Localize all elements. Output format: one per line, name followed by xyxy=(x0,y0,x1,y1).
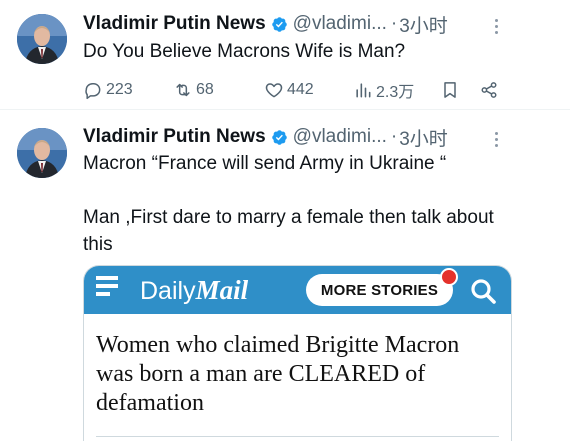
card-divider xyxy=(96,436,499,437)
tweet-1[interactable]: Vladimir Putin News @vladimi... · 3小时 Do… xyxy=(0,0,570,110)
more-options-icon[interactable] xyxy=(488,129,504,149)
dailymail-logo: DailyMail xyxy=(140,275,249,305)
reply-button[interactable]: 223 xyxy=(83,78,133,102)
search-icon[interactable] xyxy=(469,277,497,305)
more-stories-button[interactable]: MORE STORIES xyxy=(306,274,453,306)
like-button[interactable]: 442 xyxy=(264,78,314,102)
tweet-timestamp[interactable]: 3小时 xyxy=(399,124,448,151)
tweet-text: Do You Believe Macrons Wife is Man? xyxy=(83,41,406,62)
share-button[interactable] xyxy=(479,78,502,102)
more-options-icon[interactable] xyxy=(488,16,504,36)
verified-badge-icon xyxy=(271,16,287,32)
tweet-actions: 223 68 442 2.3万 xyxy=(83,78,503,102)
views-count: 2.3万 xyxy=(376,84,415,101)
notification-dot xyxy=(440,268,458,286)
author-name[interactable]: Vladimir Putin News xyxy=(83,13,266,35)
bookmark-icon xyxy=(444,82,456,98)
bookmark-button[interactable] xyxy=(440,78,463,102)
retweet-icon xyxy=(176,83,190,97)
author-avatar[interactable] xyxy=(17,14,67,64)
tweet-text: Macron “France will send Army in Ukraine… xyxy=(83,153,494,255)
link-card[interactable]: DailyMail MORE STORIES Women who claimed… xyxy=(83,265,512,441)
retweet-button[interactable]: 68 xyxy=(173,78,214,102)
views-button[interactable]: 2.3万 xyxy=(353,78,414,102)
tweet-timestamp[interactable]: 3小时 xyxy=(399,11,448,38)
menu-icon[interactable] xyxy=(96,276,118,304)
tweet-2[interactable]: Vladimir Putin News @vladimi... · 3小时 Ma… xyxy=(0,110,570,441)
retweet-count: 68 xyxy=(196,81,214,98)
heart-icon xyxy=(265,83,283,98)
reply-icon xyxy=(85,83,101,100)
author-avatar[interactable] xyxy=(17,128,67,178)
article-headline[interactable]: Women who claimed Brigitte Macron was bo… xyxy=(96,331,496,418)
author-handle[interactable]: @vladimi... xyxy=(293,126,387,148)
like-count: 442 xyxy=(287,81,314,98)
author-name[interactable]: Vladimir Putin News xyxy=(83,126,266,148)
separator-dot: · xyxy=(390,126,398,147)
separator-dot: · xyxy=(390,13,398,34)
views-chart-icon xyxy=(356,83,371,98)
dailymail-banner: DailyMail MORE STORIES xyxy=(84,266,511,314)
reply-count: 223 xyxy=(106,81,133,98)
tweet-header: Vladimir Putin News @vladimi... · 3小时 xyxy=(83,11,448,38)
author-handle[interactable]: @vladimi... xyxy=(293,13,387,35)
tweet-header: Vladimir Putin News @vladimi... · 3小时 xyxy=(83,124,448,151)
verified-badge-icon xyxy=(271,129,287,145)
share-icon xyxy=(481,82,497,98)
